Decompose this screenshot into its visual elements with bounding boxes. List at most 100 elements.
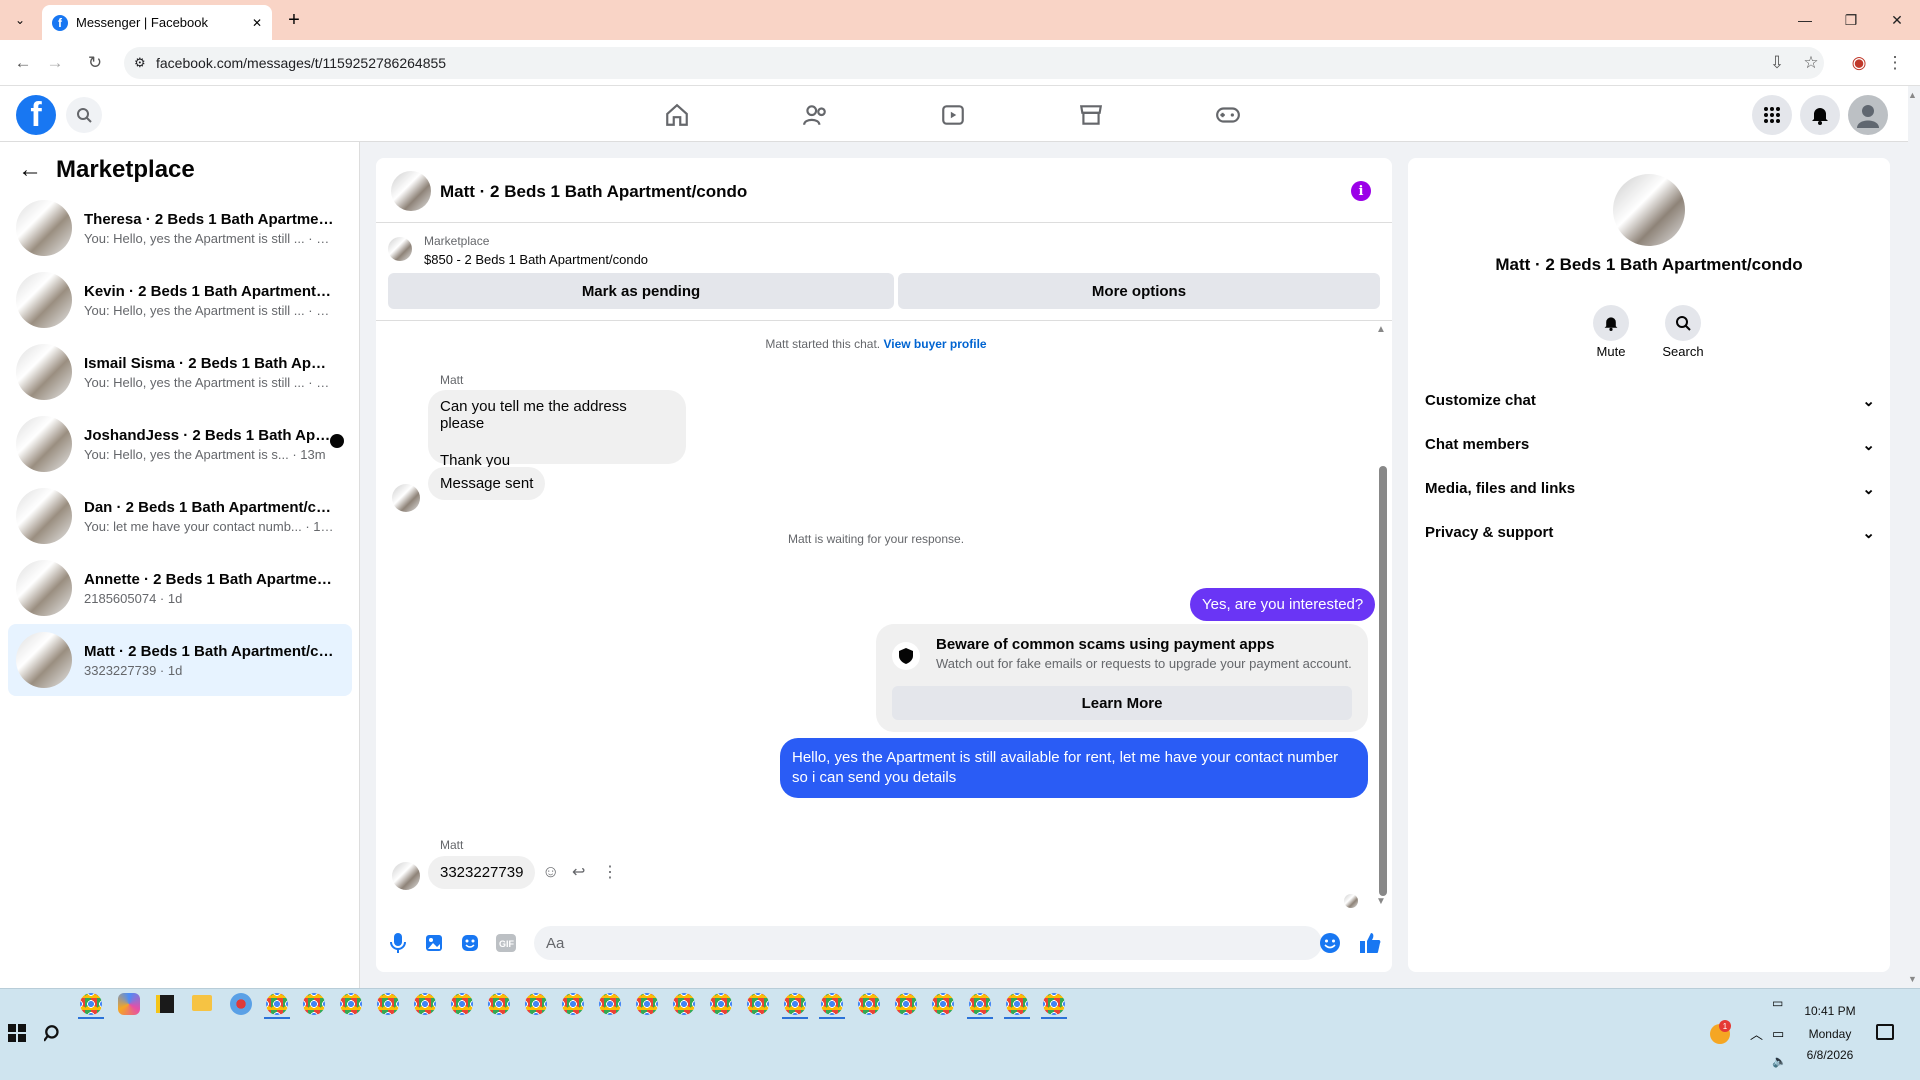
conversation-item[interactable]: Dan · 2 Beds 1 Bath Apartment/co... You: …: [8, 482, 352, 550]
browser-tab[interactable]: f Messenger | Facebook ✕: [42, 5, 272, 40]
maximize-button[interactable]: ❐: [1836, 8, 1866, 32]
chevron-up-icon[interactable]: ︿: [1750, 1024, 1763, 1043]
more-actions-icon[interactable]: ⋮: [602, 862, 618, 882]
listing-title[interactable]: $850 - 2 Beds 1 Bath Apartment/condo: [424, 252, 648, 267]
bookmark-star-icon[interactable]: ☆: [1798, 50, 1824, 76]
reply-icon[interactable]: ↩: [572, 862, 585, 882]
volume-icon[interactable]: 🔈: [1772, 1054, 1787, 1068]
incoming-message[interactable]: 3323227739: [428, 856, 536, 889]
scroll-up-arrow-icon[interactable]: ▲: [1376, 324, 1386, 335]
profile-icon[interactable]: ◉: [1846, 50, 1872, 76]
chrome-taskbar-icon[interactable]: [821, 993, 843, 1015]
mute-bell-icon[interactable]: [1593, 305, 1629, 341]
facebook-logo-icon[interactable]: f: [16, 95, 56, 135]
more-options-button[interactable]: More options: [898, 273, 1380, 309]
profile-avatar[interactable]: [1613, 174, 1685, 246]
conversation-item[interactable]: Kevin · 2 Beds 1 Bath Apartment/c... You:…: [8, 266, 352, 334]
incoming-message[interactable]: Message sent: [428, 467, 546, 500]
view-buyer-profile-link[interactable]: View buyer profile: [883, 337, 986, 351]
incoming-message[interactable]: Can you tell me the address please Thank…: [428, 390, 686, 469]
conversation-item[interactable]: JoshandJess · 2 Beds 1 Bath Apa... You: H…: [8, 410, 352, 478]
sticker-icon[interactable]: [458, 931, 482, 955]
chrome-menu-icon[interactable]: ⋮: [1882, 50, 1908, 76]
chrome-taskbar-icon[interactable]: [969, 993, 991, 1015]
scroll-down-arrow-icon[interactable]: ▼: [1376, 896, 1386, 907]
chrome-taskbar-icon[interactable]: [747, 993, 769, 1015]
learn-more-button[interactable]: Learn More: [892, 686, 1352, 720]
chrome-taskbar-icon[interactable]: [1043, 993, 1065, 1015]
chrome-taskbar-icon[interactable]: [303, 993, 325, 1015]
chrome-taskbar-icon[interactable]: [562, 993, 584, 1015]
copilot-taskbar-icon[interactable]: [118, 993, 140, 1015]
chrome-taskbar-icon[interactable]: [80, 993, 102, 1015]
url-bar[interactable]: ⚙ facebook.com/messages/t/11592527862648…: [124, 47, 1824, 79]
notification-center-icon[interactable]: [1876, 1024, 1894, 1040]
chrome-taskbar-icon[interactable]: [266, 993, 288, 1015]
chrome-taskbar-icon[interactable]: [599, 993, 621, 1015]
notes-taskbar-icon[interactable]: [156, 995, 174, 1013]
emoji-icon[interactable]: [1318, 931, 1342, 955]
marketplace-icon[interactable]: [1076, 100, 1106, 130]
like-thumbs-up-icon[interactable]: [1358, 931, 1382, 955]
sender-avatar[interactable]: [392, 862, 420, 890]
friends-icon[interactable]: [800, 100, 830, 130]
chrome-taskbar-icon[interactable]: [932, 993, 954, 1015]
install-app-icon[interactable]: ⇩: [1764, 50, 1790, 76]
windows-start-icon[interactable]: [8, 1024, 26, 1047]
tab-list-chevron-icon[interactable]: ⌄: [10, 10, 30, 30]
conversation-item[interactable]: Theresa · 2 Beds 1 Bath Apartment... You:…: [8, 194, 352, 262]
minimize-button[interactable]: —: [1790, 8, 1820, 32]
chrome-taskbar-icon[interactable]: [414, 993, 436, 1015]
chrome-taskbar-icon[interactable]: [377, 993, 399, 1015]
new-tab-button[interactable]: +: [282, 8, 306, 32]
site-info-icon[interactable]: ⚙: [134, 55, 146, 71]
media-files-section[interactable]: Media, files and links ⌄: [1425, 480, 1875, 498]
gif-icon[interactable]: GIF: [494, 931, 518, 955]
clock-date[interactable]: 6/8/2026: [1790, 1048, 1870, 1062]
back-arrow-icon[interactable]: ←: [10, 50, 36, 76]
back-arrow-icon[interactable]: ←: [18, 156, 42, 184]
close-window-button[interactable]: ✕: [1882, 8, 1912, 32]
account-avatar[interactable]: [1848, 95, 1888, 135]
video-icon[interactable]: [938, 100, 968, 130]
chrome-taskbar-icon[interactable]: [636, 993, 658, 1015]
page-scroll-down-icon[interactable]: ▼: [1908, 974, 1917, 984]
chat-members-section[interactable]: Chat members ⌄: [1425, 436, 1875, 454]
forward-arrow-icon[interactable]: →: [42, 50, 68, 76]
message-input[interactable]: Aa: [534, 926, 1322, 960]
device-icon[interactable]: ▭: [1772, 996, 1783, 1010]
chrome-taskbar-icon[interactable]: [340, 993, 362, 1015]
chrome-taskbar-icon[interactable]: [858, 993, 880, 1015]
scrollbar-thumb[interactable]: [1379, 466, 1387, 896]
chrome-taskbar-icon[interactable]: [525, 993, 547, 1015]
taskbar-search-icon[interactable]: [43, 1024, 62, 1047]
chrome-taskbar-icon[interactable]: [1006, 993, 1028, 1015]
sender-avatar[interactable]: [392, 484, 420, 512]
conversation-item[interactable]: Ismail Sisma · 2 Beds 1 Bath Apart... You…: [8, 338, 352, 406]
network-icon[interactable]: ▭: [1772, 1026, 1784, 1042]
app-taskbar-icon[interactable]: [230, 993, 252, 1015]
react-smiley-icon[interactable]: ☺: [542, 862, 559, 882]
outgoing-message[interactable]: Hello, yes the Apartment is still availa…: [780, 738, 1368, 798]
menu-grid-icon[interactable]: [1752, 95, 1792, 135]
microphone-icon[interactable]: [386, 931, 410, 955]
chrome-taskbar-icon[interactable]: [784, 993, 806, 1015]
clock-day[interactable]: Monday: [1790, 1027, 1870, 1041]
chat-avatar[interactable]: [391, 171, 431, 211]
search-icon[interactable]: [66, 97, 102, 133]
customize-chat-section[interactable]: Customize chat ⌄: [1425, 392, 1875, 410]
conversation-item-active[interactable]: Matt · 2 Beds 1 Bath Apartment/co... 3323…: [8, 624, 352, 696]
privacy-support-section[interactable]: Privacy & support ⌄: [1425, 524, 1875, 542]
chrome-taskbar-icon[interactable]: [673, 993, 695, 1015]
photo-icon[interactable]: [422, 931, 446, 955]
notifications-bell-icon[interactable]: [1800, 95, 1840, 135]
gaming-icon[interactable]: [1213, 100, 1243, 130]
outgoing-message[interactable]: Yes, are you interested?: [1190, 588, 1376, 621]
info-icon[interactable]: i: [1351, 181, 1371, 201]
listing-thumbnail[interactable]: [388, 237, 412, 261]
page-scroll-up-icon[interactable]: ▲: [1908, 90, 1917, 100]
chrome-taskbar-icon[interactable]: [710, 993, 732, 1015]
tab-close-icon[interactable]: ✕: [252, 16, 262, 30]
chrome-taskbar-icon[interactable]: [895, 993, 917, 1015]
conversation-item[interactable]: Annette · 2 Beds 1 Bath Apartment... 2185…: [8, 554, 352, 622]
